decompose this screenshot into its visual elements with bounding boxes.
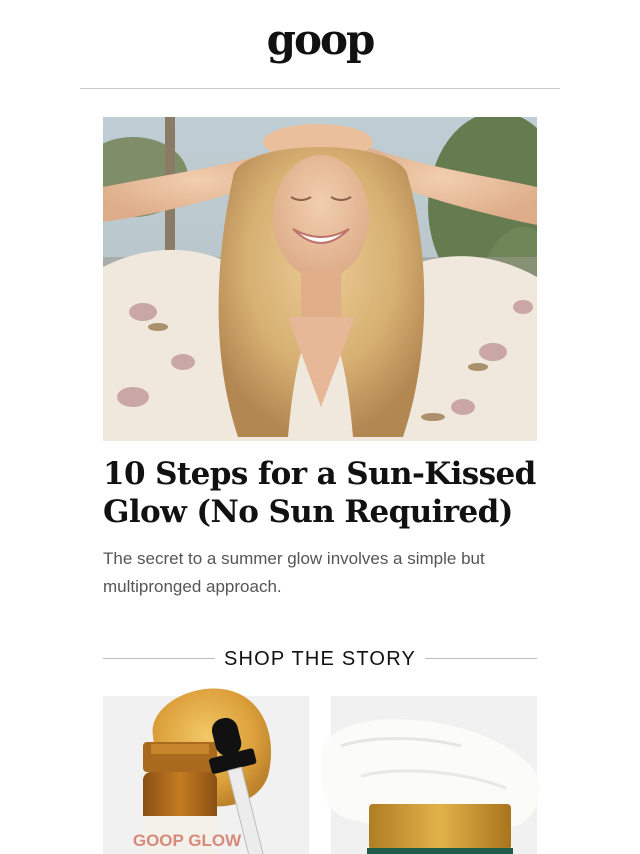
site-header: goop (0, 0, 640, 89)
article-headline[interactable]: 10 Steps for a Sun-Kissed Glow (No Sun R… (103, 455, 543, 531)
goop-logo[interactable]: goop (0, 16, 640, 64)
hero-image[interactable] (103, 117, 537, 441)
serum-bottle-image: GOOP GLOW (133, 688, 272, 854)
product-card-serum[interactable]: GOOP GLOW (103, 688, 309, 854)
shop-divider-right (425, 658, 537, 659)
shop-the-story-header: SHOP THE STORY (103, 645, 537, 673)
hero-photo-woman-sunlight (103, 117, 537, 441)
shop-the-story-title: SHOP THE STORY (223, 648, 417, 670)
article-dek: The secret to a summer glow involves a s… (103, 549, 485, 596)
product-card-cream[interactable] (320, 696, 540, 854)
serum-label-text: GOOP GLOW (133, 831, 242, 850)
cream-jar-image (320, 719, 540, 854)
header-divider (80, 88, 560, 89)
